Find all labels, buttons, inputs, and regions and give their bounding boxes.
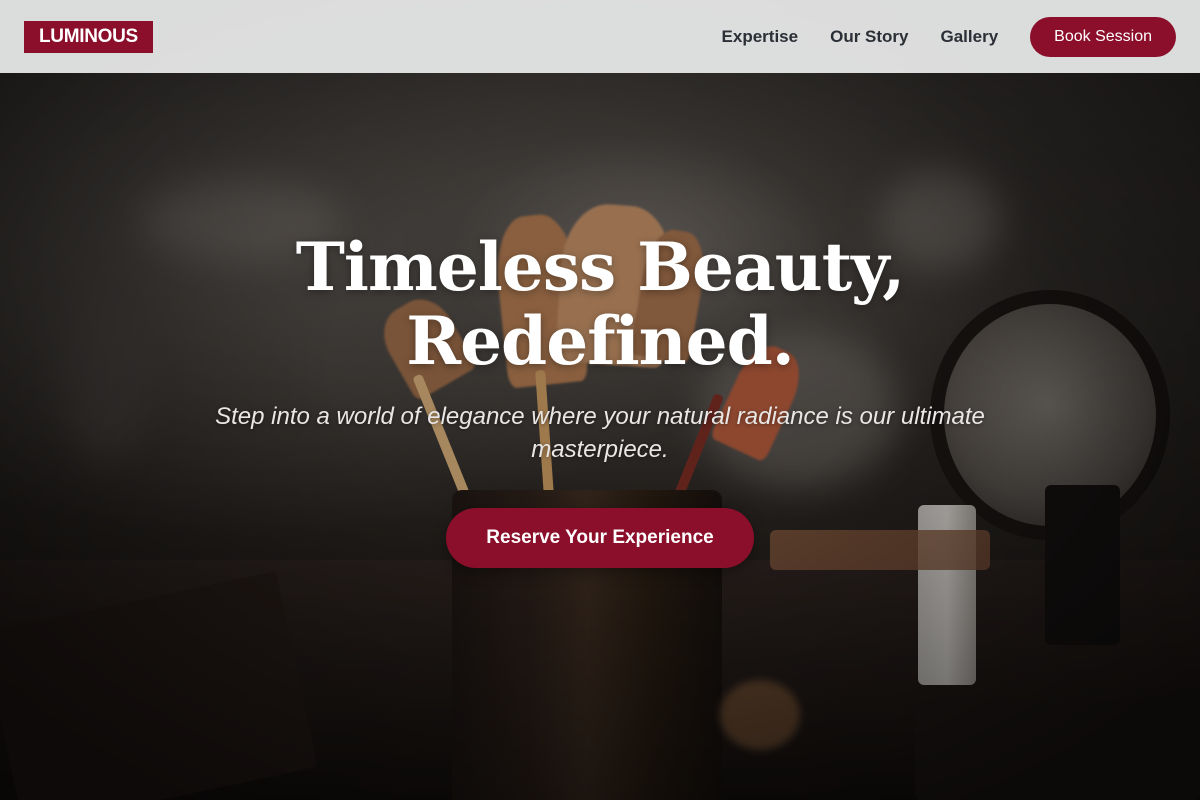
brand-logo[interactable]: LUMINOUS xyxy=(24,20,153,53)
nav-link-expertise[interactable]: Expertise xyxy=(722,27,799,47)
hero-headline: Timeless Beauty, Redefined. xyxy=(0,230,1200,378)
hero-section: Timeless Beauty, Redefined. Step into a … xyxy=(0,230,1200,568)
hero-subtext: Step into a world of elegance where your… xyxy=(215,403,985,463)
main-nav: Expertise Our Story Gallery Book Session xyxy=(690,16,1176,57)
nav-link-our-story[interactable]: Our Story xyxy=(830,27,908,47)
nav-link-gallery[interactable]: Gallery xyxy=(941,27,999,47)
reserve-experience-button[interactable]: Reserve Your Experience xyxy=(446,508,754,568)
book-session-button[interactable]: Book Session xyxy=(1030,16,1176,57)
hero-headline-line1: Timeless Beauty, xyxy=(295,228,905,306)
site-header: LUMINOUS Expertise Our Story Gallery Boo… xyxy=(0,0,1200,73)
hero-headline-line2: Redefined. xyxy=(406,302,795,380)
